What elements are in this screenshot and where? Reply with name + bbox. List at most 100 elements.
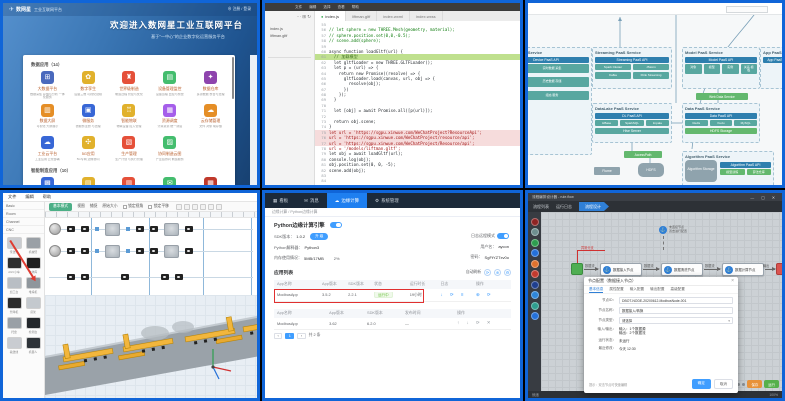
app-icon[interactable]: ✦ — [204, 71, 217, 84]
library-item[interactable]: 检测台 — [25, 317, 41, 334]
machine-sphere-icon[interactable] — [49, 223, 61, 235]
node-type-select[interactable]: 请选择▾ — [619, 317, 733, 324]
tab-flow-design-badge[interactable]: 流程设计 — [579, 202, 609, 211]
app-icon[interactable]: ♖ — [122, 104, 135, 117]
app-tile[interactable]: ▥ 数据大屏 可视化 大屏展示 — [30, 104, 65, 133]
palette-node-icon[interactable] — [531, 270, 539, 278]
library-item-thumb[interactable] — [7, 317, 22, 329]
prev-page-button[interactable]: ‹ — [274, 333, 282, 339]
editor-menu-item[interactable]: 编辑 — [309, 5, 316, 10]
view-button[interactable] — [176, 204, 182, 210]
app-icon[interactable]: ▥ — [41, 104, 54, 117]
code-area[interactable]: 55 56 // let sphere = new THREE.Mesh(geo… — [315, 21, 520, 185]
library-item-thumb[interactable] — [7, 257, 22, 269]
node-name-field[interactable]: 数据接入/转换 — [619, 307, 733, 314]
app-tile[interactable]: ▣ 微服务 微服务注册 与治理 — [71, 104, 106, 133]
portal-scrollbar[interactable] — [232, 57, 234, 99]
machine-icon[interactable] — [105, 245, 120, 258]
app-tile[interactable]: ☁ 云存储管理 文件 对象 块存储 — [193, 104, 228, 133]
app-icon[interactable]: ▦ — [204, 177, 217, 188]
explorer-file-item[interactable]: index.js — [268, 25, 311, 32]
toolbar-item[interactable]: 视图 — [77, 204, 85, 209]
station-unit-icon[interactable] — [67, 274, 75, 280]
library-item-thumb[interactable] — [7, 337, 22, 349]
nav-dashboard[interactable]: ▦看板 — [265, 193, 296, 208]
app-icon[interactable]: ▦ — [163, 104, 176, 117]
cad-menu-item[interactable]: 编辑 — [25, 194, 33, 200]
editor-tab[interactable]: index.wxss — [410, 11, 443, 21]
view-button[interactable] — [200, 204, 206, 210]
log-remote-toggle[interactable] — [497, 233, 509, 239]
table-row[interactable]: ModbusApp 3.62 6.2.0 — ↑ ↓ ⟳ ✕ — [274, 318, 511, 330]
app-tile[interactable]: ✉ 计划运营 运营计划 统筹管理 — [152, 177, 187, 188]
window-controls[interactable]: — ▢ ✕ — [750, 195, 778, 200]
flow-node[interactable]: ⚓ 数据清洗节点 — [661, 263, 703, 276]
library-group[interactable]: Room — [3, 210, 44, 218]
editor-tab[interactable]: index.wxml — [377, 11, 410, 21]
station-unit-icon[interactable] — [136, 248, 144, 254]
app-tile[interactable]: ▧ 生产管理 生产计划 与执行管理 — [112, 136, 147, 165]
library-item-thumb[interactable] — [26, 297, 41, 309]
nav-system-admin[interactable]: ⚙系统管理 — [367, 193, 407, 208]
lock-pan-checkbox[interactable]: 锁定平移 — [148, 204, 169, 209]
app-icon[interactable]: ▩ — [41, 177, 54, 188]
editor-menu-item[interactable]: 帮助 — [352, 5, 359, 10]
app-icon[interactable]: ▤ — [82, 177, 95, 188]
palette-node-icon[interactable] — [531, 249, 539, 257]
cad-menu-item[interactable]: 帮助 — [43, 194, 51, 200]
toolbar-item[interactable]: 捕捉 — [90, 204, 98, 209]
app-tile[interactable]: ☁ 工业云平台 工业应用 云化部署 — [30, 136, 65, 165]
app-tile[interactable]: ▤ 设备管理监控 设备远程 监控与预警 — [152, 71, 187, 100]
machine-icon[interactable] — [164, 223, 179, 236]
row-action-icons[interactable]: ⊕ ⟳ — [473, 292, 511, 298]
palette-node-icon[interactable] — [531, 218, 539, 226]
app-tile[interactable]: ▨ 协同制造云图 产业链协同 制造服务 — [152, 136, 187, 165]
library-item[interactable]: 加工台 — [6, 277, 22, 294]
app-icon[interactable]: ⊞ — [41, 71, 54, 84]
app-tile[interactable]: ✿ 数字孪生 设备三维 可视化建模 — [71, 71, 106, 100]
machine-icon[interactable] — [164, 245, 179, 258]
next-page-button[interactable]: › — [297, 333, 305, 339]
app-tile[interactable]: ▤ 设备管理 设备台账 与维保 — [71, 177, 106, 188]
row-action-icons[interactable]: ↑ ↓ ⟳ ✕ — [454, 320, 511, 326]
app-tile[interactable]: ✦ 数据仓库 多源数据 整合与治理 — [193, 71, 228, 100]
library-item[interactable]: 升降机 — [6, 297, 22, 314]
editor-menu-item[interactable]: 文件 — [295, 5, 302, 10]
lock-view-checkbox[interactable]: 锁定视角 — [123, 204, 144, 209]
station-unit-icon[interactable] — [185, 226, 193, 232]
engine-toggle[interactable] — [330, 222, 342, 228]
library-item-thumb[interactable] — [26, 237, 41, 249]
app-tile[interactable]: ▦ 资源调度 计算资源 统一调度 — [152, 104, 187, 133]
app-icon[interactable]: ✿ — [82, 71, 95, 84]
app-tile[interactable]: ▦ 智能检测 质量检测 智能分析 — [193, 177, 228, 188]
station-unit-icon[interactable] — [81, 274, 89, 280]
library-item[interactable]: 输送线 — [6, 337, 22, 354]
zoom-dot[interactable] — [742, 383, 745, 386]
app-icon[interactable]: ☁ — [41, 136, 54, 149]
station-unit-icon[interactable] — [175, 274, 183, 280]
app-icon[interactable]: ▧ — [122, 136, 135, 149]
flow-node[interactable]: ⚓ 数据计算节点 — [722, 263, 764, 276]
app-tile[interactable]: ▩ 研发设计 产品研发 设计协同 — [30, 177, 65, 188]
app-icon[interactable]: ☁ — [204, 104, 217, 117]
run-button[interactable]: 运行 — [764, 380, 779, 388]
app-tile[interactable]: ⊞ 大数据平台 数据采集 存储与分析 一体化服务 — [30, 71, 65, 100]
library-item[interactable]: 货架 — [25, 297, 41, 314]
cad-menu-item[interactable]: 文件 — [8, 194, 16, 200]
schematic-canvas[interactable] — [45, 218, 257, 295]
add-icon[interactable]: ⊕ — [494, 269, 501, 276]
view-button[interactable] — [216, 204, 222, 210]
library-group[interactable]: CNC — [3, 226, 44, 234]
explorer-file-item[interactable]: liftman.gltf — [268, 32, 311, 39]
editor-tab[interactable]: liftman.gltf — [346, 11, 377, 21]
station-unit-icon[interactable] — [67, 226, 75, 232]
editor-tab-active[interactable]: ●index.js — [315, 11, 346, 21]
library-item[interactable]: AGV小车 — [6, 257, 22, 274]
library-item[interactable]: 机械臂 — [25, 237, 41, 254]
mode-button[interactable]: 基本模式 — [49, 203, 72, 211]
library-item-thumb[interactable] — [26, 317, 41, 329]
dialog-tab[interactable]: 属性配置 — [609, 287, 623, 292]
floating-node[interactable]: ⚓ 未连接节点双击进行配置 — [659, 226, 687, 234]
palette-node-icon[interactable] — [531, 312, 539, 320]
palette-node-icon[interactable] — [531, 239, 539, 247]
